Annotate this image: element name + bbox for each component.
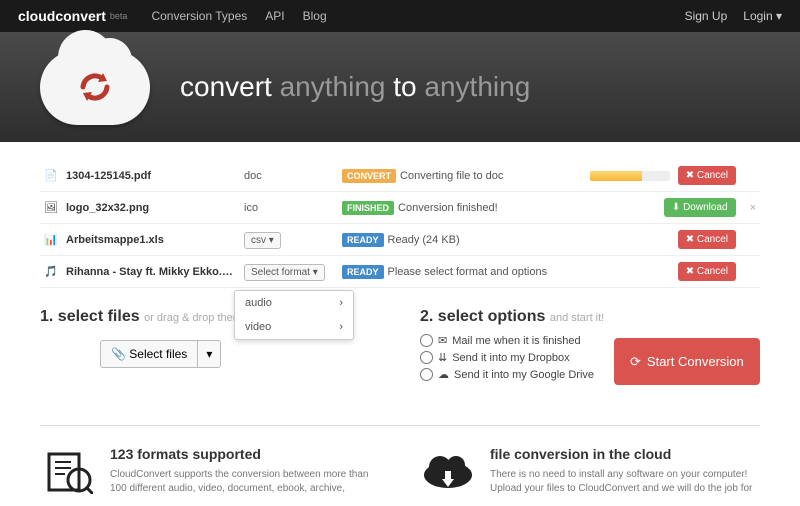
cloud-upload-icon: [420, 446, 476, 496]
close-icon[interactable]: ×: [750, 202, 756, 214]
cancel-button[interactable]: ✖ Cancel: [678, 166, 736, 185]
option-label: Send it into my Dropbox: [452, 352, 569, 364]
file-row: 📊 Arbeitsmappe1.xls csv ▾ READYReady (24…: [40, 224, 760, 256]
progress-bar: [590, 171, 670, 181]
file-name: Arbeitsmappe1.xls: [66, 234, 236, 246]
status-badge: READY: [342, 265, 384, 279]
option-icon: ✉: [438, 334, 447, 347]
file-status: CONVERTConverting file to doc: [342, 170, 582, 182]
feature-cloud-desc: There is no need to install any software…: [490, 468, 760, 496]
file-name: 1304-125145.pdf: [66, 170, 236, 182]
option-row[interactable]: ⇊ Send it into my Dropbox: [420, 351, 594, 364]
select-files-button[interactable]: 📎 Select files: [100, 340, 197, 368]
file-status: READYPlease select format and options: [342, 266, 582, 278]
feature-cloud-title: file conversion in the cloud: [490, 446, 760, 462]
beta-badge: beta: [110, 11, 128, 21]
select-files-dropdown[interactable]: ▾: [197, 340, 221, 368]
option-icon: ☁: [438, 368, 449, 381]
cancel-button[interactable]: ✖ Cancel: [678, 230, 736, 249]
file-name: logo_32x32.png: [66, 202, 236, 214]
brand-logo[interactable]: cloudconvert: [18, 8, 106, 24]
status-badge: READY: [342, 233, 384, 247]
nav-links: Conversion Types API Blog: [151, 9, 326, 23]
cancel-button[interactable]: ✖ Cancel: [678, 262, 736, 281]
formats-icon: [40, 446, 96, 496]
start-conversion-button[interactable]: ⟳ Start Conversion: [614, 338, 760, 385]
format-label: ico: [244, 202, 258, 214]
dropdown-item[interactable]: audio›: [235, 291, 353, 315]
nav-signup[interactable]: Sign Up: [685, 9, 728, 23]
format-select[interactable]: csv ▾: [244, 232, 281, 249]
option-row[interactable]: ☁ Send it into my Google Drive: [420, 368, 594, 381]
file-status: FINISHEDConversion finished!: [342, 202, 568, 214]
file-status: READYReady (24 KB): [342, 234, 582, 246]
feature-formats-desc: CloudConvert supports the conversion bet…: [110, 468, 380, 496]
option-radio[interactable]: [420, 334, 433, 347]
format-select[interactable]: Select format ▾: [244, 264, 325, 281]
option-row[interactable]: ✉ Mail me when it is finished: [420, 334, 594, 347]
option-icon: ⇊: [438, 351, 447, 364]
file-row: 🎵 Rihanna - Stay ft. Mikky Ekko.mp4 Sele…: [40, 256, 760, 288]
hero-banner: convert anything to anything: [0, 32, 800, 142]
file-type-icon: 📊: [44, 233, 58, 246]
feature-formats-title: 123 formats supported: [110, 446, 380, 462]
dropdown-item[interactable]: video›: [235, 315, 353, 339]
option-label: Mail me when it is finished: [452, 335, 580, 347]
option-label: Send it into my Google Drive: [454, 369, 594, 381]
file-type-icon: 📄: [44, 169, 58, 182]
file-row: 📄 1304-125145.pdf doc CONVERTConverting …: [40, 160, 760, 192]
file-name: Rihanna - Stay ft. Mikky Ekko.mp4: [66, 266, 236, 278]
step-select-options: 2. select options and start it! ✉ Mail m…: [420, 308, 760, 385]
nav-conversion-types[interactable]: Conversion Types: [151, 9, 247, 23]
top-navbar: cloudconvert beta Conversion Types API B…: [0, 0, 800, 32]
nav-blog[interactable]: Blog: [303, 9, 327, 23]
option-radio[interactable]: [420, 351, 433, 364]
option-radio[interactable]: [420, 368, 433, 381]
file-list: 📄 1304-125145.pdf doc CONVERTConverting …: [40, 160, 760, 288]
file-type-icon: 🎵: [44, 265, 58, 278]
hero-title: convert anything to anything: [180, 71, 530, 103]
nav-login[interactable]: Login ▾: [743, 9, 782, 23]
features-section: 123 formats supported CloudConvert suppo…: [40, 425, 760, 496]
step2-title: 2. select options and start it!: [420, 308, 760, 326]
format-label: doc: [244, 170, 262, 182]
status-badge: CONVERT: [342, 169, 396, 183]
download-button[interactable]: ⬇ Download: [664, 198, 736, 217]
format-dropdown[interactable]: audio›video›: [234, 290, 354, 340]
file-row: 🖼 logo_32x32.png ico FINISHEDConversion …: [40, 192, 760, 224]
nav-api[interactable]: API: [265, 9, 284, 23]
status-badge: FINISHED: [342, 201, 394, 215]
cloud-logo-icon: [40, 50, 150, 125]
file-type-icon: 🖼: [44, 201, 58, 214]
